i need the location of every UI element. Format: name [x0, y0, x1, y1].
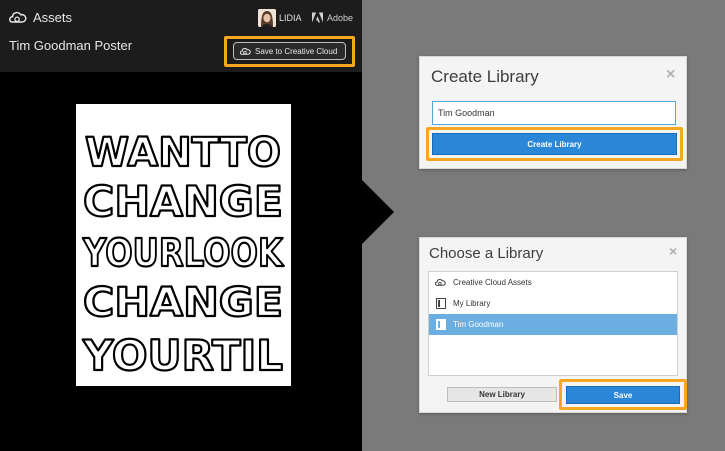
library-name-input[interactable] — [432, 101, 676, 125]
dialog-title: Choose a Library — [429, 245, 544, 262]
avatar[interactable] — [258, 9, 276, 27]
create-library-button[interactable]: Create Library — [432, 133, 677, 155]
save-to-creative-cloud-button[interactable]: Save to Creative Cloud — [233, 42, 346, 60]
document-title: Tim Goodman Poster — [9, 38, 133, 53]
creative-cloud-icon — [9, 11, 27, 23]
list-item-label: Tim Goodman — [453, 320, 504, 329]
list-item-label: Creative Cloud Assets — [453, 278, 532, 287]
assets-panel: Assets LIDIA Adobe Tim Goodman Poster Sa… — [0, 0, 362, 451]
app-title: Assets — [33, 10, 73, 25]
creative-cloud-icon — [240, 47, 251, 55]
poster-artwork: WANTTO CHANGE YOURLOOK CHANGE YOURTIL — [76, 104, 291, 386]
library-icon — [435, 298, 446, 309]
user-name[interactable]: LIDIA — [279, 13, 302, 23]
new-library-button[interactable]: New Library — [447, 387, 557, 402]
poster-line-4: CHANGE — [83, 280, 283, 326]
poster-line-5: YOURTIL — [82, 331, 283, 380]
save-button-label: Save — [613, 390, 633, 400]
poster-line-2: CHANGE — [83, 177, 283, 226]
poster-line-3: YOURLOOK — [82, 231, 284, 275]
choose-library-dialog: Choose a Library × Creative Cloud Assets — [419, 237, 687, 413]
adobe-label: Adobe — [327, 13, 354, 23]
poster-line-1: WANTTO — [85, 130, 281, 176]
close-icon[interactable]: × — [666, 67, 675, 83]
library-icon — [435, 319, 446, 330]
library-list: Creative Cloud Assets My Library Tim Goo… — [428, 271, 678, 376]
list-item-label: My Library — [453, 299, 491, 308]
list-item[interactable]: Creative Cloud Assets — [429, 272, 677, 293]
creative-cloud-icon — [435, 277, 446, 288]
screen: Assets LIDIA Adobe Tim Goodman Poster Sa… — [0, 0, 725, 451]
save-button[interactable]: Save — [566, 386, 680, 404]
adobe-logo-icon — [312, 12, 323, 23]
create-library-button-label: Create Library — [527, 139, 582, 149]
flow-arrow — [362, 180, 394, 244]
dialog-title: Create Library — [431, 67, 539, 86]
list-item-selected[interactable]: Tim Goodman — [429, 314, 677, 335]
close-icon[interactable]: × — [669, 244, 677, 258]
create-library-dialog: Create Library × Create Library — [419, 56, 687, 169]
save-to-creative-cloud-label: Save to Creative Cloud — [255, 46, 338, 56]
new-library-button-label: New Library — [479, 390, 525, 399]
list-item[interactable]: My Library — [429, 293, 677, 314]
